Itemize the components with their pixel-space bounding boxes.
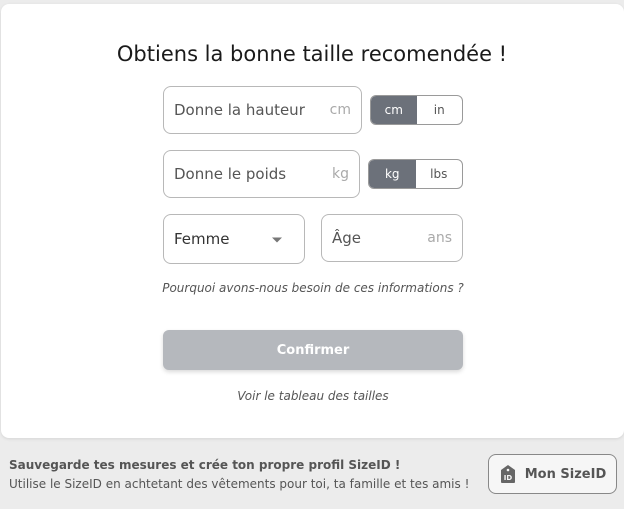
my-sizeid-label: Mon SizeID: [524, 466, 607, 482]
weight-input[interactable]: Donne le poids kg: [163, 150, 360, 198]
chevron-down-icon: [272, 237, 282, 243]
height-unit-suffix: cm: [329, 102, 351, 118]
unit-option-lbs[interactable]: lbs: [416, 160, 463, 188]
confirm-button[interactable]: Confirmer: [163, 330, 463, 370]
weight-placeholder: Donne le poids: [174, 165, 287, 183]
unit-option-kg[interactable]: kg: [369, 160, 416, 188]
gender-value: Femme: [174, 230, 230, 248]
footer-title: Sauvegarde tes mesures et crée ton propr…: [9, 458, 401, 472]
size-chart-link[interactable]: Voir le tableau des tailles: [0, 389, 624, 403]
gender-select[interactable]: Femme: [163, 214, 305, 264]
footer-subtitle: Utilise le SizeID en achtetant des vêtem…: [9, 477, 470, 491]
age-placeholder: Âge: [332, 229, 362, 247]
unit-option-cm[interactable]: cm: [371, 96, 417, 124]
form-title: Obtiens la bonne taille recomendée !: [116, 42, 508, 66]
height-input[interactable]: Donne la hauteur cm: [163, 86, 362, 134]
weight-unit-suffix: kg: [332, 166, 349, 182]
id-tag-icon: ID: [499, 464, 517, 484]
age-input[interactable]: Âge ans: [321, 214, 463, 262]
unit-option-in[interactable]: in: [417, 96, 463, 124]
svg-text:ID: ID: [504, 474, 513, 482]
why-info-link[interactable]: Pourquoi avons-nous besoin de ces inform…: [0, 281, 624, 295]
size-form-card: [1, 4, 624, 438]
height-placeholder: Donne la hauteur: [174, 101, 305, 119]
height-unit-toggle[interactable]: cm in: [370, 95, 463, 125]
age-unit-suffix: ans: [427, 230, 452, 246]
weight-unit-toggle[interactable]: kg lbs: [368, 159, 463, 189]
my-sizeid-button[interactable]: ID Mon SizeID: [488, 454, 617, 494]
